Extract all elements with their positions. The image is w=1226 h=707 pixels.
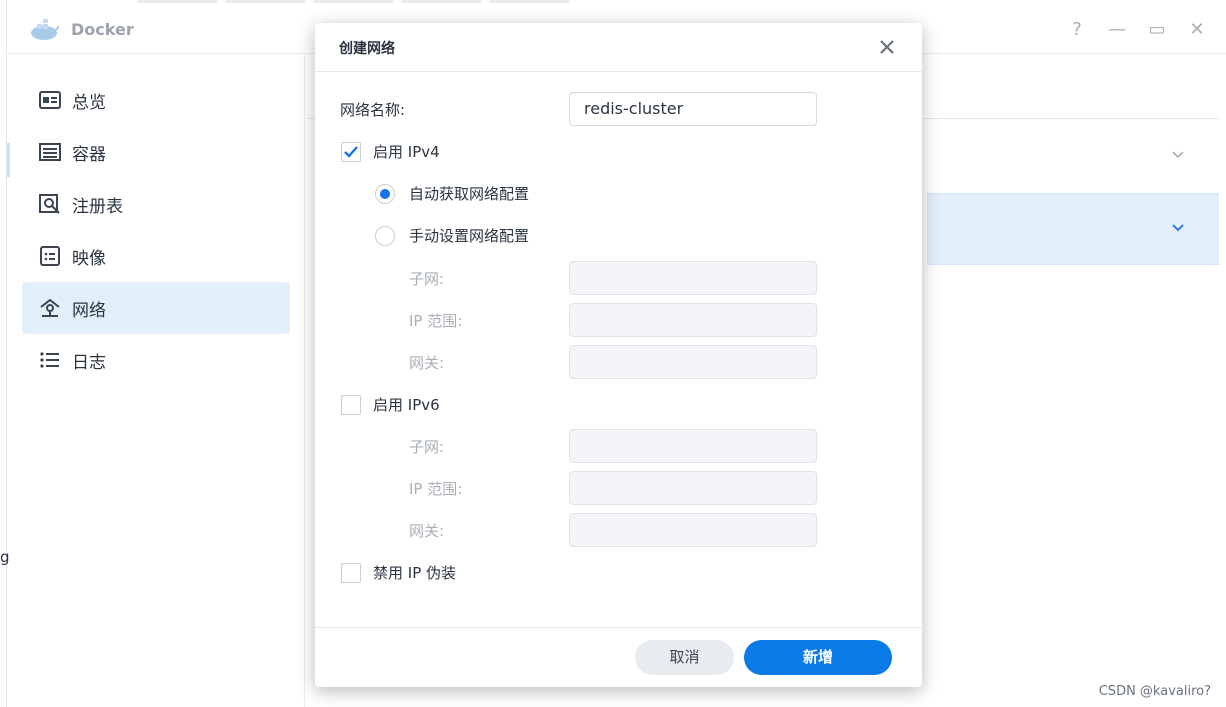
ipv6-gateway-label: 网关: — [409, 522, 445, 540]
watermark: CSDN @kavaliro? — [1098, 684, 1211, 699]
network-icon — [38, 296, 62, 320]
manual-config-radio-row[interactable]: 手动设置网络配置 — [375, 225, 529, 246]
sidebar-item-overview[interactable]: 总览 — [22, 74, 290, 126]
sidebar-item-label: 注册表 — [72, 196, 123, 217]
ipv6-checkbox[interactable] — [341, 394, 361, 415]
ipv4-subnet-label: 子网: — [409, 270, 445, 288]
masquerade-checkbox[interactable] — [341, 562, 361, 583]
ipv6-range-label: IP 范围: — [409, 480, 463, 498]
image-icon — [38, 244, 62, 268]
ipv4-subnet-row: 子网: — [409, 268, 444, 289]
overview-icon — [38, 88, 62, 112]
manual-config-radio[interactable] — [375, 225, 395, 246]
log-icon — [38, 348, 62, 372]
app-title: Docker — [71, 20, 134, 39]
ipv6-subnet-input — [569, 429, 817, 463]
manual-config-label: 手动设置网络配置 — [409, 227, 530, 245]
sidebar-marker — [7, 143, 10, 177]
ipv4-range-row: IP 范围: — [409, 310, 462, 331]
clipped-text: g — [0, 548, 10, 566]
registry-icon — [38, 192, 62, 216]
add-button[interactable]: 新增 — [744, 640, 892, 675]
background-tabs — [137, 0, 597, 4]
ipv4-checkbox-row[interactable]: 启用 IPv4 — [341, 141, 440, 162]
sidebar-item-container[interactable]: 容器 — [22, 126, 290, 178]
auto-config-radio-row[interactable]: 自动获取网络配置 — [375, 183, 529, 204]
help-icon[interactable]: ? — [1065, 18, 1089, 42]
sidebar-item-label: 日志 — [72, 352, 106, 373]
sidebar-item-registry[interactable]: 注册表 — [22, 178, 290, 230]
auto-config-label: 自动获取网络配置 — [409, 185, 530, 203]
dialog-header: 创建网络 — [315, 23, 922, 72]
docker-whale-icon — [31, 19, 59, 40]
maximize-icon[interactable]: ▭ — [1145, 18, 1169, 42]
ipv4-range-input — [569, 303, 817, 337]
masquerade-checkbox-row[interactable]: 禁用 IP 伪装 — [341, 562, 456, 583]
sidebar-item-label: 总览 — [72, 92, 106, 113]
ipv6-checkbox-row[interactable]: 启用 IPv6 — [341, 394, 440, 415]
create-network-dialog: 创建网络 网络名称: redis-cluster 启用 IPv4 自动获取网络配… — [315, 23, 922, 687]
dialog-footer-divider — [315, 627, 922, 628]
ipv4-gateway-row: 网关: — [409, 352, 444, 373]
ipv6-gateway-row: 网关: — [409, 520, 444, 541]
sidebar: 总览 容器 注册表 映像 网络 日志 — [7, 55, 305, 707]
ipv6-label: 启用 IPv6 — [373, 396, 440, 414]
sidebar-item-label: 映像 — [72, 248, 106, 269]
sidebar-item-label: 容器 — [72, 144, 106, 165]
radio-selected-dot — [380, 188, 390, 199]
ipv4-subnet-input — [569, 261, 817, 295]
check-icon — [344, 145, 358, 158]
sidebar-item-network[interactable]: 网络 — [22, 282, 290, 334]
sidebar-item-image[interactable]: 映像 — [22, 230, 290, 282]
ipv4-checkbox[interactable] — [341, 141, 361, 162]
close-icon[interactable] — [877, 37, 897, 57]
ipv6-subnet-row: 子网: — [409, 436, 444, 457]
network-name-input[interactable]: redis-cluster — [569, 92, 817, 126]
ipv6-gateway-input — [569, 513, 817, 547]
chevron-down-icon[interactable] — [1171, 148, 1185, 162]
close-window-icon[interactable]: ✕ — [1185, 18, 1209, 42]
ipv4-gateway-input — [569, 345, 817, 379]
ipv6-subnet-label: 子网: — [409, 438, 445, 456]
ipv4-range-label: IP 范围: — [409, 312, 463, 330]
ipv6-range-row: IP 范围: — [409, 478, 462, 499]
sidebar-item-label: 网络 — [72, 300, 106, 321]
chevron-down-icon[interactable] — [1171, 221, 1185, 235]
auto-config-radio[interactable] — [375, 183, 395, 204]
dialog-title: 创建网络 — [339, 41, 395, 57]
masquerade-label: 禁用 IP 伪装 — [373, 564, 457, 582]
ipv4-gateway-label: 网关: — [409, 354, 445, 372]
container-icon — [38, 140, 62, 164]
ipv4-label: 启用 IPv4 — [373, 143, 440, 161]
minimize-icon[interactable]: — — [1105, 18, 1129, 42]
sidebar-item-log[interactable]: 日志 — [22, 334, 290, 386]
network-name-label: 网络名称: — [340, 101, 406, 119]
network-name-row: 网络名称: — [340, 99, 405, 120]
cancel-button[interactable]: 取消 — [635, 640, 734, 675]
ipv6-range-input — [569, 471, 817, 505]
